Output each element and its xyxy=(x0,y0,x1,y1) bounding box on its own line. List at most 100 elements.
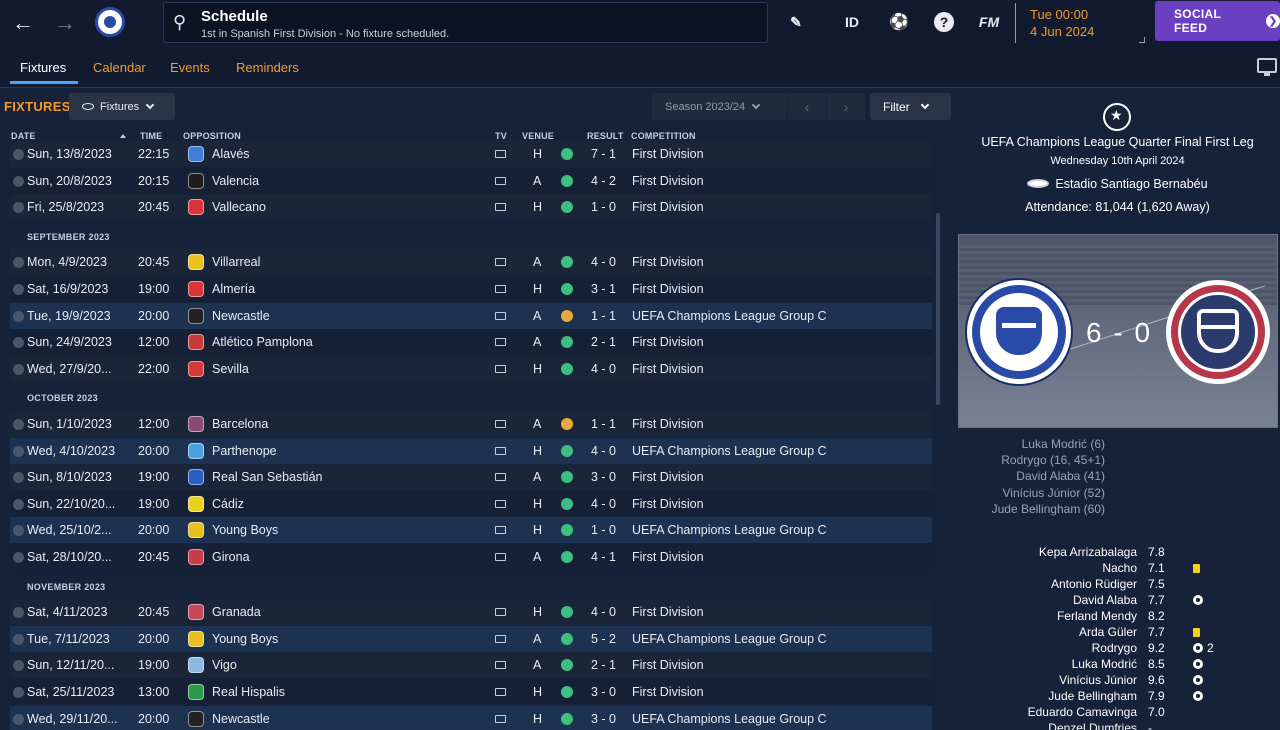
forward-arrow-icon[interactable]: → xyxy=(51,10,79,36)
fixture-competition[interactable]: First Division xyxy=(632,497,704,511)
sort-ascending-icon[interactable] xyxy=(114,131,126,141)
col-opposition[interactable]: OPPOSITION xyxy=(183,131,241,141)
fixture-result[interactable]: 4 - 2 xyxy=(591,174,616,188)
fixture-result[interactable]: 1 - 0 xyxy=(591,523,616,537)
back-arrow-icon[interactable]: ← xyxy=(9,10,37,36)
fixture-opponent[interactable]: Young Boys xyxy=(212,523,278,537)
player-name[interactable]: Nacho xyxy=(1102,560,1137,576)
club-badge-icon[interactable] xyxy=(95,7,125,37)
fixture-competition[interactable]: First Division xyxy=(632,362,704,376)
fixture-row[interactable]: Sun, 12/11/20... 19:00 Vigo A 2 - 1 First Div… xyxy=(10,652,932,679)
fixture-result[interactable]: 5 - 2 xyxy=(591,632,616,646)
player-name[interactable]: Rodrygo xyxy=(1092,640,1137,656)
fixture-competition[interactable]: UEFA Champions League Group C xyxy=(632,523,827,537)
score-card[interactable]: 6 - 0 xyxy=(958,234,1278,428)
fixture-competition[interactable]: UEFA Champions League Group C xyxy=(632,712,827,726)
fixture-row[interactable]: Sun, 20/8/2023 20:15 Valencia A 4 - 2 First D… xyxy=(10,167,932,194)
fixture-result[interactable]: 4 - 0 xyxy=(591,444,616,458)
fixture-opponent[interactable]: Parthenope xyxy=(212,444,277,458)
fixture-result[interactable]: 2 - 1 xyxy=(591,335,616,349)
player-rating-row[interactable]: Rodrygo 9.2 2 xyxy=(955,640,1280,656)
previous-season-button[interactable]: ‹ xyxy=(788,93,826,120)
fixture-competition[interactable]: First Division xyxy=(632,658,704,672)
tab-fixtures[interactable]: Fixtures xyxy=(20,60,66,75)
tab-reminders[interactable]: Reminders xyxy=(236,60,299,75)
player-rating-row[interactable]: Denzel Dumfries - xyxy=(955,720,1280,730)
fixture-row[interactable]: Sat, 16/9/2023 19:00 Almería H 3 - 1 First Di… xyxy=(10,276,932,302)
fixture-opponent[interactable]: Atlético Pamplona xyxy=(212,335,313,349)
fixture-opponent[interactable]: Cádiz xyxy=(212,497,244,511)
fixture-result[interactable]: 1 - 1 xyxy=(591,309,616,323)
fixture-opponent[interactable]: Young Boys xyxy=(212,632,278,646)
fixture-row[interactable]: Mon, 4/9/2023 20:45 Villarreal A 4 - 0 First … xyxy=(10,249,932,276)
fixture-row[interactable]: Sun, 1/10/2023 12:00 Barcelona A 1 - 1 First … xyxy=(10,411,932,437)
fixture-row[interactable]: Fri, 25/8/2023 20:45 Vallecano H 1 - 0 First … xyxy=(10,194,932,221)
fm-button[interactable]: FM xyxy=(976,11,1002,33)
player-name[interactable]: Eduardo Camavinga xyxy=(1028,704,1137,720)
player-rating-row[interactable]: Eduardo Camavinga 7.0 xyxy=(955,704,1280,720)
fixture-result[interactable]: 3 - 0 xyxy=(591,712,616,726)
player-rating-row[interactable]: Antonio Rüdiger 7.5 xyxy=(955,576,1280,592)
fixture-competition[interactable]: First Division xyxy=(632,470,704,484)
col-venue[interactable]: VENUE xyxy=(522,131,554,141)
fixture-opponent[interactable]: Alavés xyxy=(212,147,250,161)
fixture-competition[interactable]: First Division xyxy=(632,335,704,349)
player-name[interactable]: David Alaba xyxy=(1073,592,1137,608)
fixture-result[interactable]: 1 - 0 xyxy=(591,200,616,214)
player-name[interactable]: Jude Bellingham xyxy=(1048,688,1137,704)
player-name[interactable]: Ferland Mendy xyxy=(1057,608,1137,624)
social-feed-button[interactable]: SOCIAL FEED ❯ xyxy=(1155,1,1280,41)
fixture-row[interactable]: Wed, 29/11/20... 20:00 Newcastle H 3 - 0 UEFA… xyxy=(10,705,932,730)
id-button[interactable]: ID xyxy=(841,11,863,33)
fixture-opponent[interactable]: Sevilla xyxy=(212,362,249,376)
fixture-opponent[interactable]: Granada xyxy=(212,605,261,619)
fixture-row[interactable]: Sat, 28/10/20... 20:45 Girona A 4 - 1 First D… xyxy=(10,544,932,570)
fixture-opponent[interactable]: Newcastle xyxy=(212,712,270,726)
goal-scorer[interactable]: Rodrygo (16, 45+1) xyxy=(955,452,1105,468)
fixture-opponent[interactable]: Newcastle xyxy=(212,309,270,323)
search-box[interactable]: ⚲ Schedule 1st in Spanish First Division… xyxy=(163,2,768,43)
player-name[interactable]: Arda Güler xyxy=(1079,624,1137,640)
fixture-row[interactable]: Sun, 8/10/2023 19:00 Real San Sebastián A 3 … xyxy=(10,464,932,491)
view-dropdown[interactable]: Fixtures xyxy=(69,93,175,120)
filter-button[interactable]: Filter xyxy=(870,93,951,120)
fixture-result[interactable]: 4 - 1 xyxy=(591,550,616,564)
player-rating-row[interactable]: David Alaba 7.7 xyxy=(955,592,1280,608)
fixture-row[interactable]: Wed, 27/9/20... 22:00 Sevilla H 4 - 0 First D… xyxy=(10,355,932,382)
fixture-competition[interactable]: First Division xyxy=(632,605,704,619)
player-name[interactable]: Vinícius Júnior xyxy=(1059,672,1137,688)
col-date[interactable]: DATE xyxy=(11,131,36,141)
pencil-icon[interactable]: ✎ xyxy=(787,11,805,33)
fixture-result[interactable]: 1 - 1 xyxy=(591,417,616,431)
player-rating-row[interactable]: Vinícius Júnior 9.6 xyxy=(955,672,1280,688)
player-name[interactable]: Antonio Rüdiger xyxy=(1051,576,1137,592)
fixture-row[interactable]: Tue, 19/9/2023 20:00 Newcastle A 1 - 1 UEFA C… xyxy=(10,302,932,329)
fixture-result[interactable]: 4 - 0 xyxy=(591,362,616,376)
fixture-row[interactable]: Sat, 4/11/2023 20:45 Granada H 4 - 0 First Di… xyxy=(10,599,932,626)
col-result[interactable]: RESULT xyxy=(587,131,624,141)
fixture-opponent[interactable]: Girona xyxy=(212,550,250,564)
fixture-result[interactable]: 4 - 0 xyxy=(591,605,616,619)
help-icon[interactable]: ? xyxy=(934,12,954,32)
monitor-icon[interactable] xyxy=(1257,58,1277,76)
fixture-competition[interactable]: First Division xyxy=(632,282,704,296)
fixture-result[interactable]: 3 - 0 xyxy=(591,685,616,699)
goal-scorer[interactable]: Luka Modrić (6) xyxy=(955,436,1105,452)
fixture-opponent[interactable]: Barcelona xyxy=(212,417,268,431)
game-clock[interactable]: Tue 00:00 4 Jun 2024 xyxy=(1015,3,1145,43)
fixture-competition[interactable]: First Division xyxy=(632,550,704,564)
fixture-row[interactable]: Sun, 22/10/20... 19:00 Cádiz H 4 - 0 First Di… xyxy=(10,490,932,517)
goal-scorer[interactable]: Vinícius Júnior (52) xyxy=(955,485,1106,501)
fixture-opponent[interactable]: Real Hispalis xyxy=(212,685,285,699)
tab-calendar[interactable]: Calendar xyxy=(93,60,146,75)
fixture-result[interactable]: 3 - 0 xyxy=(591,470,616,484)
player-rating-row[interactable]: Arda Güler 7.7 xyxy=(955,624,1280,640)
fixture-opponent[interactable]: Villarreal xyxy=(212,255,260,269)
player-rating-row[interactable]: Kepa Arrizabalaga 7.8 xyxy=(955,544,1280,560)
tab-events[interactable]: Events xyxy=(170,60,210,75)
fixture-result[interactable]: 3 - 1 xyxy=(591,282,616,296)
fixture-competition[interactable]: UEFA Champions League Group C xyxy=(632,444,827,458)
fixture-competition[interactable]: UEFA Champions League Group C xyxy=(632,309,827,323)
table-scrollbar[interactable] xyxy=(936,213,940,405)
player-rating-row[interactable]: Ferland Mendy 8.2 xyxy=(955,608,1280,624)
